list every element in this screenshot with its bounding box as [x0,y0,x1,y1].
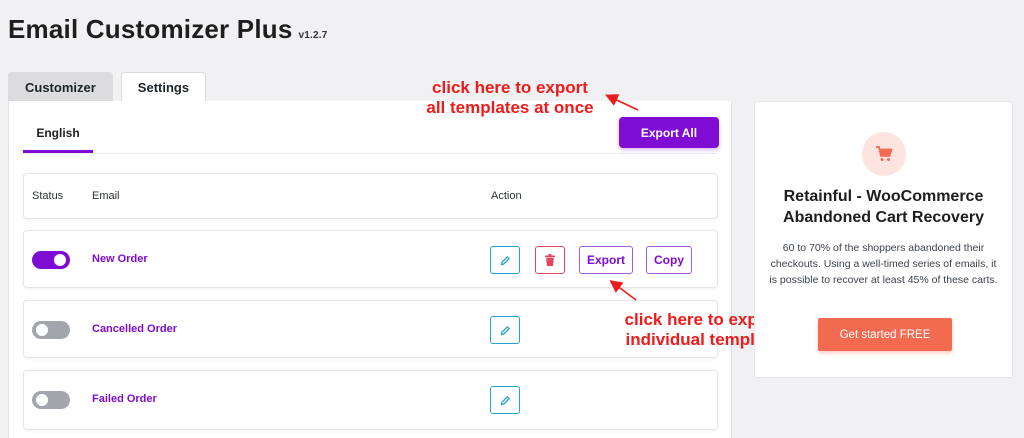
edit-button[interactable] [490,386,520,414]
email-name-link[interactable]: Cancelled Order [92,323,177,335]
edit-button[interactable] [490,316,520,344]
export-all-annotation: click here to export all templates at on… [405,78,615,118]
email-name-link[interactable]: New Order [92,253,148,265]
export-all-button[interactable]: Export All [619,117,719,148]
pencil-icon [500,255,510,265]
email-name-link[interactable]: Failed Order [92,393,157,405]
email-column-header: Email [92,190,120,202]
status-toggle[interactable] [32,321,70,339]
page-title: Email Customizer Plus v1.2.7 [8,14,328,45]
promo-description: 60 to 70% of the shoppers abandoned thei… [769,242,998,286]
promo-title: Retainful - WooCommerce Abandoned Cart R… [783,188,984,226]
status-column-header: Status [32,190,64,202]
export-button[interactable]: Export [579,246,633,274]
annotation-line: all templates at once [426,98,594,117]
trash-icon [545,254,555,266]
main-tabs: Customizer Settings [8,72,207,101]
shopping-cart-icon [876,146,893,161]
annotation-line: click here to export [432,78,588,97]
version-label: v1.2.7 [298,30,328,41]
get-started-button[interactable]: Get started FREE [818,318,952,351]
tab-settings[interactable]: Settings [120,72,207,101]
status-toggle[interactable] [32,391,70,409]
tab-divider [23,153,717,154]
table-row: New Order Export Copy [23,230,718,288]
tab-customizer[interactable]: Customizer [8,72,113,101]
action-column-header: Action [491,190,522,202]
page-title-text: Email Customizer Plus [8,14,293,44]
pencil-icon [500,325,510,335]
table-row: Failed Order [23,370,718,430]
table-header: Status Email Action [23,173,718,219]
customizer-panel: English Export All Status Email Action N… [8,101,732,438]
retainful-promo-card: Retainful - WooCommerce Abandoned Cart R… [754,101,1013,378]
tab-english[interactable]: English [23,115,93,153]
pencil-icon [500,395,510,405]
cart-icon-badge [862,132,906,176]
copy-button[interactable]: Copy [646,246,692,274]
delete-button[interactable] [535,246,565,274]
edit-button[interactable] [490,246,520,274]
toggle-knob [36,324,48,336]
toggle-knob [54,254,66,266]
status-toggle[interactable] [32,251,70,269]
toggle-knob [36,394,48,406]
